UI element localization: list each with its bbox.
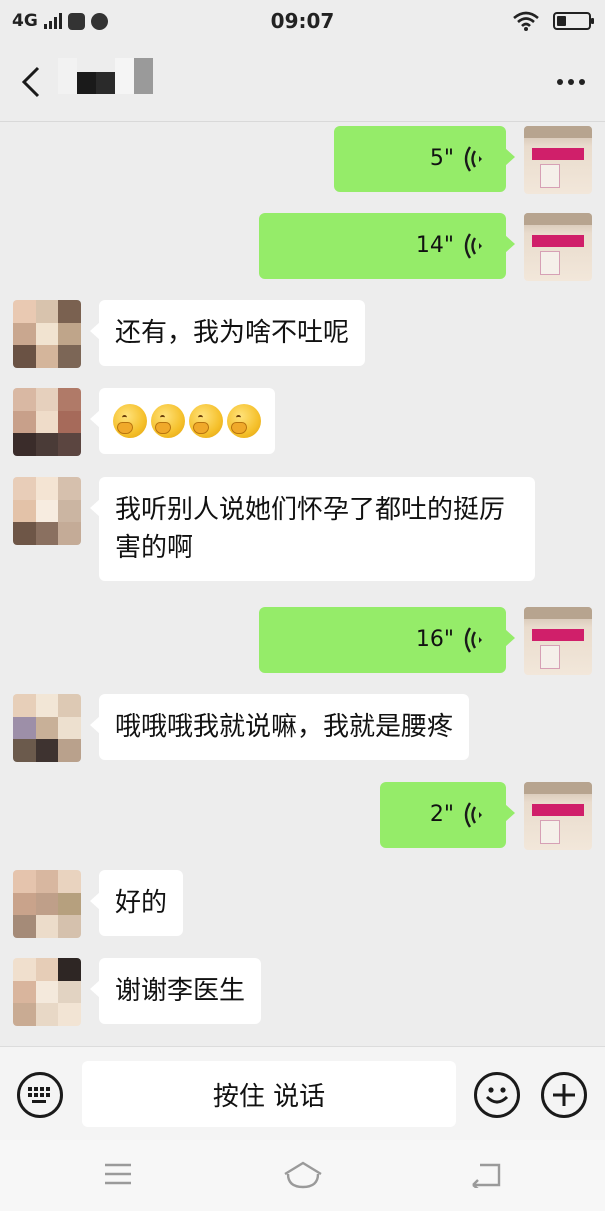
plus-icon[interactable] — [541, 1072, 587, 1118]
text-message-bubble[interactable]: 还有，我为啥不吐呢 — [89, 300, 366, 366]
voice-wave-icon — [464, 627, 482, 653]
keyboard-icon[interactable] — [17, 1072, 63, 1118]
back-icon[interactable] — [470, 1162, 502, 1188]
voice-message-bubble[interactable]: 5" — [334, 126, 515, 192]
status-bar: 4G 09:07 — [0, 0, 605, 42]
more-dots-icon[interactable] — [557, 78, 585, 85]
contact-avatar[interactable] — [13, 388, 81, 456]
message-text: 我听别人说她们怀孕了都吐的挺厉害的啊 — [115, 495, 506, 563]
text-message-bubble[interactable]: 我听别人说她们怀孕了都吐的挺厉害的啊 — [90, 477, 535, 581]
voice-message-bubble[interactable]: 14" — [259, 213, 515, 279]
wifi-icon — [513, 11, 539, 31]
message-text: 哦哦哦我就说嘛，我就是腰疼 — [115, 712, 454, 742]
contact-avatar[interactable] — [13, 694, 81, 762]
battery-level — [557, 16, 566, 26]
voice-message-bubble[interactable]: 16" — [259, 607, 515, 673]
notification-icon — [67, 12, 85, 30]
my-avatar[interactable] — [524, 782, 592, 850]
home-icon[interactable] — [282, 1160, 324, 1190]
signal-icon — [43, 13, 62, 29]
contact-avatar[interactable] — [13, 477, 81, 545]
emoji-row — [113, 402, 261, 440]
text-message-bubble[interactable]: 好的 — [89, 870, 184, 936]
my-avatar[interactable] — [524, 607, 592, 675]
network-type: 4G — [12, 11, 38, 31]
hold-to-talk-button[interactable]: 按住 说话 — [82, 1061, 456, 1127]
voice-message-bubble[interactable]: 2" — [380, 782, 515, 848]
text-message-bubble[interactable]: 谢谢李医生 — [89, 958, 262, 1024]
my-avatar[interactable] — [524, 126, 592, 194]
contact-avatar[interactable] — [13, 870, 81, 938]
chevron-left-icon[interactable] — [20, 62, 60, 102]
thinking-face-emoji-icon — [189, 404, 223, 438]
voice-duration: 2" — [429, 802, 454, 827]
message-text: 好的 — [115, 888, 168, 918]
my-avatar[interactable] — [524, 213, 592, 281]
message-text: 谢谢李医生 — [115, 976, 246, 1006]
hold-to-talk-label: 按住 说话 — [212, 1081, 326, 1112]
contact-avatar[interactable] — [13, 958, 81, 1026]
text-message-bubble[interactable]: 哦哦哦我就说嘛，我就是腰疼 — [89, 694, 470, 760]
battery-icon — [553, 12, 594, 30]
smiley-icon[interactable] — [474, 1072, 520, 1118]
voice-duration: 16" — [415, 627, 454, 652]
chat-header — [0, 42, 605, 122]
status-left: 4G — [12, 11, 108, 31]
thinking-face-emoji-icon — [113, 404, 147, 438]
app-status-icon — [90, 12, 108, 30]
contact-avatar[interactable] — [13, 300, 81, 368]
voice-duration: 14" — [415, 233, 454, 258]
clock: 09:07 — [270, 9, 335, 33]
voice-duration: 5" — [429, 146, 454, 171]
voice-wave-icon — [464, 146, 482, 172]
menu-icon[interactable] — [103, 1162, 133, 1186]
system-nav-bar — [0, 1140, 605, 1211]
emoji-message-bubble[interactable] — [90, 388, 275, 454]
thinking-face-emoji-icon — [227, 404, 261, 438]
contact-name-redacted — [58, 58, 153, 94]
message-text: 还有，我为啥不吐呢 — [115, 318, 350, 348]
input-bar: 按住 说话 — [0, 1046, 605, 1140]
status-right — [513, 11, 594, 31]
thinking-face-emoji-icon — [151, 404, 185, 438]
voice-wave-icon — [464, 233, 482, 259]
voice-wave-icon — [464, 802, 482, 828]
